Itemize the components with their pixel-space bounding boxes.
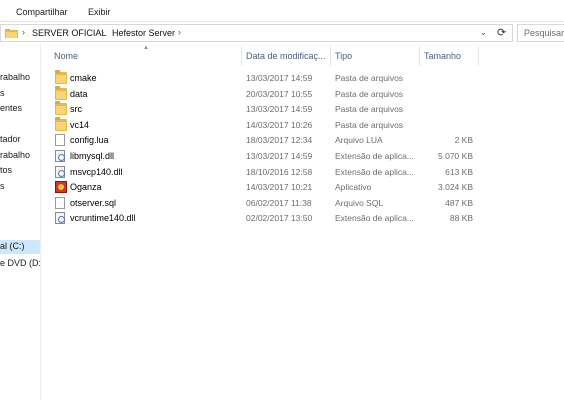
file-row[interactable]: Oganza 14/03/2017 10:21 Aplicativo 3.024 KB: [52, 179, 478, 195]
column-divider[interactable]: [419, 46, 420, 66]
nav-item[interactable]: rabalho: [0, 72, 30, 82]
file-date: 06/02/2017 11:38: [246, 197, 312, 208]
file-name: data: [70, 88, 88, 99]
file-icon: [55, 134, 65, 147]
nav-item[interactable]: rabalho: [0, 150, 30, 160]
file-date: 02/02/2017 13:50: [246, 213, 313, 224]
column-header-date[interactable]: Data de modificaç...: [246, 51, 326, 61]
tab-exibir[interactable]: Exibir: [88, 7, 111, 17]
file-row[interactable]: src 13/03/2017 14:59 Pasta de arquivos: [52, 101, 478, 117]
file-name: vc14: [70, 119, 90, 130]
folder-icon: [5, 28, 18, 38]
file-type: Extensão de aplica...: [335, 213, 414, 224]
file-date: 18/10/2016 12:58: [246, 166, 313, 177]
breadcrumb-server-oficial[interactable]: SERVER OFICIAL: [32, 28, 106, 38]
app-icon: [55, 181, 67, 194]
breadcrumb-separator[interactable]: ›: [178, 27, 181, 37]
file-row[interactable]: config.lua 18/03/2017 12:34 Arquivo LUA 2 K…: [52, 132, 478, 148]
file-size: 2 KB: [454, 135, 473, 146]
column-header-type[interactable]: Tipo: [335, 51, 352, 61]
nav-item[interactable]: s: [0, 181, 5, 191]
search-input[interactable]: Pesquisar He: [517, 24, 564, 42]
file-name: config.lua: [70, 135, 109, 146]
dll-icon: [55, 212, 65, 225]
file-type: Extensão de aplica...: [335, 151, 414, 161]
file-row[interactable]: data 20/03/2017 10:55 Pasta de arquivos: [52, 85, 478, 102]
nav-item[interactable]: tador: [0, 134, 21, 144]
file-type: Pasta de arquivos: [335, 88, 404, 99]
file-row[interactable]: libmysql.dll 13/03/2017 14:59 Extensão de …: [52, 148, 478, 164]
breadcrumb-separator[interactable]: ›: [22, 27, 25, 37]
file-date: 13/03/2017 14:59: [246, 104, 313, 115]
file-size: 3.024 KB: [438, 182, 473, 193]
file-name: cmake: [70, 73, 97, 83]
folder-icon: [55, 101, 67, 116]
file-row[interactable]: cmake 13/03/2017 14:59 Pasta de arquivos: [52, 70, 478, 86]
search-placeholder: Pesquisar He: [524, 28, 564, 38]
file-name: vcruntime140.dll: [70, 213, 136, 224]
file-name: msvcp140.dll: [70, 166, 123, 177]
file-date: 18/03/2017 12:34: [246, 135, 313, 146]
file-name: libmysql.dll: [70, 151, 115, 161]
file-size: 613 KB: [445, 166, 473, 177]
nav-item[interactable]: entes: [0, 103, 22, 113]
file-row[interactable]: otserver.sql 06/02/2017 11:38 Arquivo SQL 4…: [52, 195, 478, 211]
file-size: 487 KB: [445, 197, 473, 208]
tab-compartilhar[interactable]: Compartilhar: [16, 7, 68, 17]
breadcrumb-hefestor-server[interactable]: Hefestor Server: [112, 28, 175, 38]
file-name: otserver.sql: [70, 197, 117, 208]
file-type: Arquivo SQL: [335, 197, 384, 208]
navigation-pane: rabalho s entes tador rabalho tos s al (…: [0, 44, 41, 400]
breadcrumb-separator[interactable]: ›: [101, 27, 104, 37]
dll-icon: [55, 150, 65, 162]
file-type: Extensão de aplica...: [335, 166, 414, 177]
file-date: 20/03/2017 10:55: [246, 88, 313, 99]
dll-icon: [55, 165, 65, 178]
column-header-size[interactable]: Tamanho: [424, 51, 461, 61]
nav-item[interactable]: s: [0, 88, 5, 98]
nav-item[interactable]: tos: [0, 165, 12, 175]
nav-item-dvd-drive-d[interactable]: e DVD (D:): [0, 258, 40, 268]
file-name: src: [70, 104, 82, 115]
refresh-icon[interactable]: ⟳: [497, 26, 506, 39]
column-header-name[interactable]: Nome: [54, 51, 78, 61]
file-type: Pasta de arquivos: [335, 73, 404, 83]
nav-item-local-disk-c[interactable]: al (C:): [0, 240, 40, 254]
chevron-down-icon[interactable]: ⌄: [480, 28, 487, 37]
file-date: 13/03/2017 14:59: [246, 73, 313, 83]
file-icon: [55, 196, 65, 209]
column-divider[interactable]: [241, 46, 242, 66]
column-divider[interactable]: [330, 46, 331, 66]
address-bar[interactable]: › SERVER OFICIAL › Hefestor Server › ⌄ ⟳: [0, 24, 513, 42]
file-type: Arquivo LUA: [335, 135, 383, 146]
ribbon-bar: Compartilhar Exibir: [0, 0, 564, 22]
folder-icon: [55, 116, 67, 131]
folder-icon: [55, 70, 67, 84]
file-type: Pasta de arquivos: [335, 104, 404, 115]
file-date: 14/03/2017 10:21: [246, 182, 313, 193]
column-divider[interactable]: [478, 46, 479, 66]
file-size: 5.070 KB: [438, 151, 473, 161]
file-date: 14/03/2017 10:26: [246, 119, 313, 130]
sort-ascending-icon: ▲: [143, 45, 149, 51]
file-date: 13/03/2017 14:59: [246, 151, 313, 161]
folder-icon: [55, 85, 67, 100]
file-row[interactable]: msvcp140.dll 18/10/2016 12:58 Extensão de …: [52, 164, 478, 180]
file-row[interactable]: vcruntime140.dll 02/02/2017 13:50 Extensão…: [52, 210, 478, 226]
address-row: › SERVER OFICIAL › Hefestor Server › ⌄ ⟳…: [0, 22, 564, 44]
file-size: 88 KB: [449, 213, 473, 224]
file-type: Aplicativo: [335, 182, 372, 193]
file-row[interactable]: vc14 14/03/2017 10:26 Pasta de arquivos: [52, 116, 478, 133]
file-type: Pasta de arquivos: [335, 119, 404, 130]
file-name: Oganza: [70, 182, 102, 193]
